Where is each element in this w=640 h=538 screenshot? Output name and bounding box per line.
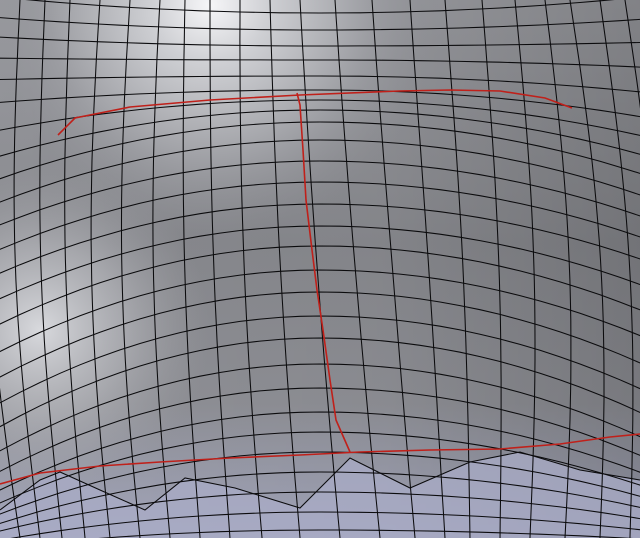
surface-left-highlight <box>0 0 640 538</box>
surface-shading <box>0 0 640 538</box>
mesh-wireframe-render[interactable] <box>0 0 640 538</box>
3d-viewport[interactable] <box>0 0 640 538</box>
